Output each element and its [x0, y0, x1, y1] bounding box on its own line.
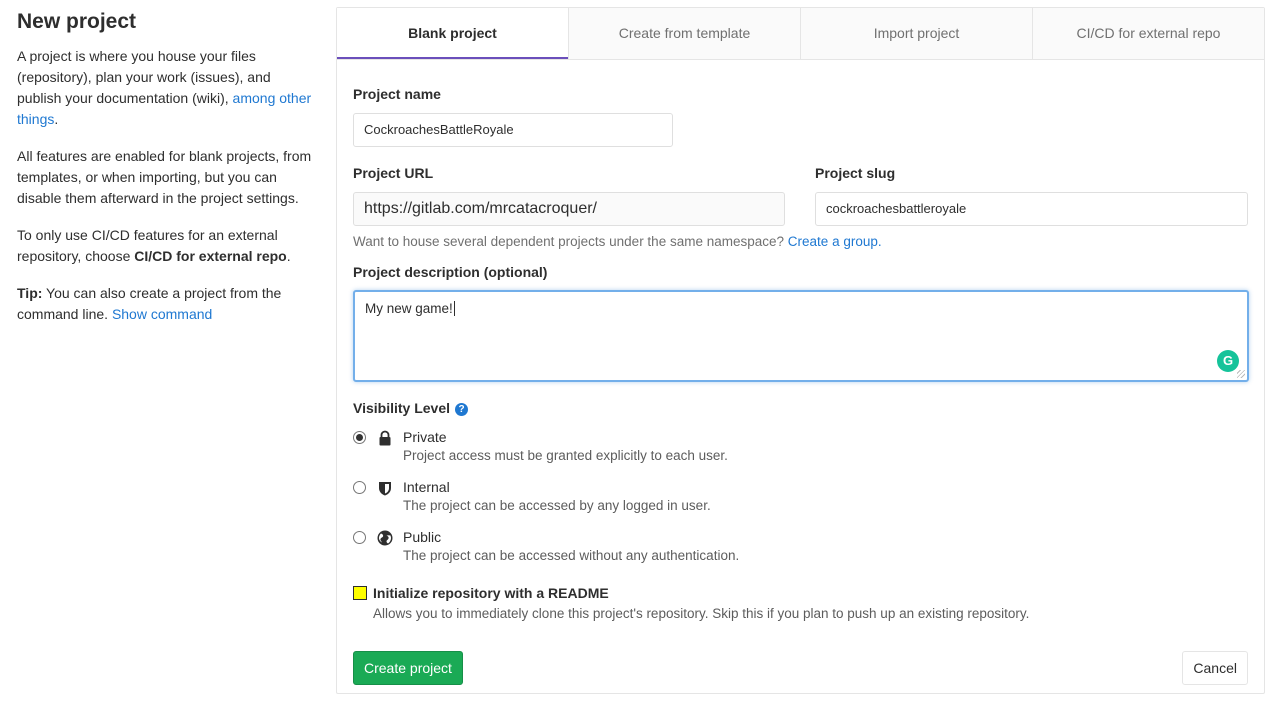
cicd-bold: CI/CD for external repo — [134, 248, 287, 264]
project-type-tabs: Blank project Create from template Impor… — [337, 8, 1264, 60]
tab-import-project[interactable]: Import project — [800, 8, 1032, 59]
project-url-namespace-input[interactable]: https://gitlab.com/mrcatacroquer/ — [353, 192, 785, 226]
public-title: Public — [403, 529, 442, 545]
project-slug-label: Project slug — [815, 165, 896, 181]
page-title: New project — [17, 10, 137, 33]
show-command-link[interactable]: Show command — [112, 306, 212, 322]
private-title: Private — [403, 429, 447, 445]
private-description: Project access must be granted explicitl… — [403, 448, 728, 463]
cancel-button[interactable]: Cancel — [1182, 651, 1248, 685]
globe-icon — [377, 530, 393, 546]
project-slug-input[interactable]: cockroachesbattleroyale — [815, 192, 1248, 226]
shield-icon — [379, 482, 391, 496]
tip-paragraph: Tip: You can also create a project from … — [17, 285, 282, 322]
question-circle-icon[interactable]: ? — [455, 403, 469, 416]
public-description: The project can be accessed without any … — [403, 548, 740, 563]
new-project-panel: Blank project Create from template Impor… — [336, 7, 1265, 694]
internal-description: The project can be accessed by any logge… — [403, 498, 711, 513]
create-project-button[interactable]: Create project — [353, 651, 463, 685]
tab-cicd-external-repo[interactable]: CI/CD for external repo — [1032, 8, 1264, 59]
private-radio[interactable] — [353, 431, 366, 444]
namespace-help-text: Want to house several dependent projects… — [353, 234, 882, 249]
initialize-readme-description: Allows you to immediately clone this pro… — [373, 606, 1030, 621]
project-description-textarea[interactable]: My new game! G — [353, 290, 1249, 382]
initialize-readme-checkbox[interactable] — [353, 586, 367, 600]
internal-radio[interactable] — [353, 481, 366, 494]
public-radio[interactable] — [353, 531, 366, 544]
lock-icon — [379, 430, 391, 446]
initialize-readme-label[interactable]: Initialize repository with a README — [373, 585, 609, 601]
tab-blank-project[interactable]: Blank project — [337, 8, 568, 59]
internal-title: Internal — [403, 479, 450, 495]
create-group-link[interactable]: Create a group. — [788, 234, 882, 249]
tab-create-from-template[interactable]: Create from template — [568, 8, 800, 59]
visibility-level-label: Visibility Level? — [353, 400, 469, 416]
cicd-paragraph: To only use CI/CD features for an extern… — [17, 227, 291, 264]
resize-handle[interactable] — [1237, 370, 1245, 378]
project-name-label: Project name — [353, 86, 441, 102]
features-paragraph: All features are enabled for blank proje… — [17, 148, 312, 206]
project-name-input[interactable]: CockroachesBattleRoyale — [353, 113, 673, 147]
project-description-label: Project description (optional) — [353, 264, 548, 280]
sidebar-info: New project A project is where you house… — [17, 8, 317, 341]
description-text: My new game! — [365, 301, 453, 316]
project-url-label: Project URL — [353, 165, 434, 181]
text-caret — [453, 301, 455, 316]
tip-bold: Tip: — [17, 285, 43, 301]
intro-paragraph: A project is where you house your files … — [17, 48, 312, 127]
grammarly-icon[interactable]: G — [1217, 350, 1239, 372]
blank-project-form: Project name CockroachesBattleRoyale Pro… — [353, 60, 1249, 693]
